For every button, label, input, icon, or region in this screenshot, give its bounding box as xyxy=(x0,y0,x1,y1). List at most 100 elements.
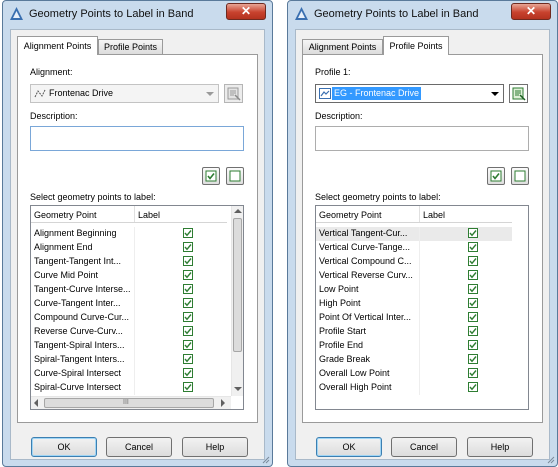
scroll-up-arrow-icon[interactable] xyxy=(234,209,242,213)
tab-alignment-points[interactable]: Alignment Points xyxy=(17,36,98,55)
window-title: Geometry Points to Label in Band xyxy=(314,8,479,20)
uncheck-all-button[interactable] xyxy=(226,167,244,185)
column-header-geometry-point[interactable]: Geometry Point xyxy=(34,210,97,220)
label-checkbox[interactable] xyxy=(468,298,478,308)
table-row[interactable]: Profile Start xyxy=(316,325,512,339)
table-row[interactable]: Vertical Tangent-Cur... xyxy=(316,227,512,241)
label-checkbox[interactable] xyxy=(468,326,478,336)
label-checkbox[interactable] xyxy=(183,340,193,350)
cell-divider xyxy=(134,353,135,367)
profile-dropdown[interactable]: EG - Frontenac Drive xyxy=(315,84,504,103)
title-bar[interactable]: Geometry Points to Label in Band ✕ xyxy=(288,1,557,27)
table-row[interactable]: Curve-Tangent Inter... xyxy=(31,297,227,311)
tab-profile-points[interactable]: Profile Points xyxy=(98,39,163,54)
check-all-button[interactable] xyxy=(202,167,220,185)
label-checkbox[interactable] xyxy=(468,256,478,266)
column-divider[interactable] xyxy=(134,206,135,222)
cell-divider xyxy=(134,241,135,255)
help-button[interactable]: Help xyxy=(467,437,533,457)
description-field[interactable] xyxy=(315,126,529,151)
tab-alignment-points[interactable]: Alignment Points xyxy=(302,39,383,54)
label-checkbox[interactable] xyxy=(468,382,478,392)
table-row[interactable]: Overall Low Point xyxy=(316,367,512,381)
label-checkbox[interactable] xyxy=(468,368,478,378)
label-checkbox[interactable] xyxy=(183,298,193,308)
label-checkbox[interactable] xyxy=(468,270,478,280)
label-checkbox[interactable] xyxy=(468,284,478,294)
table-row[interactable]: Grade Break xyxy=(316,353,512,367)
alignment-dropdown[interactable]: Frontenac Drive xyxy=(30,84,219,103)
label-checkbox[interactable] xyxy=(183,354,193,364)
table-row[interactable]: Curve-Spiral Intersect xyxy=(31,367,227,381)
resize-grip-icon[interactable] xyxy=(261,455,270,464)
label-checkbox[interactable] xyxy=(468,312,478,322)
table-row[interactable]: Profile End xyxy=(316,339,512,353)
scroll-down-arrow-icon[interactable] xyxy=(234,387,242,391)
horizontal-scrollbar[interactable]: III xyxy=(31,396,231,409)
geometry-point-name: Profile Start xyxy=(319,326,367,336)
label-checkbox[interactable] xyxy=(183,284,193,294)
label-checkbox[interactable] xyxy=(183,242,193,252)
table-row[interactable]: Vertical Curve-Tange... xyxy=(316,241,512,255)
label-checkbox[interactable] xyxy=(183,326,193,336)
cell-divider xyxy=(134,297,135,311)
label-checkbox[interactable] xyxy=(183,312,193,322)
label-checkbox[interactable] xyxy=(183,368,193,378)
checkmark-icon xyxy=(469,258,477,265)
table-row[interactable]: Tangent-Curve Interse... xyxy=(31,283,227,297)
description-field[interactable] xyxy=(30,126,244,151)
pick-profile-button[interactable] xyxy=(509,84,528,103)
resize-grip-icon[interactable] xyxy=(546,455,555,464)
vertical-scroll-thumb[interactable] xyxy=(233,218,242,352)
vertical-scrollbar[interactable] xyxy=(231,206,243,396)
window-title: Geometry Points to Label in Band xyxy=(29,8,194,20)
label-checkbox[interactable] xyxy=(183,228,193,238)
horizontal-scroll-thumb[interactable]: III xyxy=(44,398,214,408)
table-row[interactable]: Curve Mid Point xyxy=(31,269,227,283)
table-row[interactable]: Alignment End xyxy=(31,241,227,255)
tab-profile-points[interactable]: Profile Points xyxy=(383,36,449,55)
column-header-label[interactable]: Label xyxy=(423,210,445,220)
scroll-left-arrow-icon[interactable] xyxy=(34,399,38,407)
table-row[interactable]: Spiral-Curve Intersect xyxy=(31,381,227,395)
table-row[interactable]: Overall High Point xyxy=(316,381,512,395)
table-row[interactable]: Point Of Vertical Inter... xyxy=(316,311,512,325)
ok-button[interactable]: OK xyxy=(31,437,97,457)
table-row[interactable]: Vertical Compound C... xyxy=(316,255,512,269)
table-row[interactable]: High Point xyxy=(316,297,512,311)
close-button[interactable]: ✕ xyxy=(226,3,266,20)
checkmark-icon xyxy=(469,384,477,391)
column-header-geometry-point[interactable]: Geometry Point xyxy=(319,210,382,220)
table-row[interactable]: Reverse Curve-Curv... xyxy=(31,325,227,339)
list-header: Geometry Point Label xyxy=(316,206,512,223)
label-checkbox[interactable] xyxy=(183,270,193,280)
table-row[interactable]: Spiral-Tangent Inters... xyxy=(31,353,227,367)
label-checkbox[interactable] xyxy=(468,340,478,350)
cell-divider xyxy=(419,255,420,269)
cancel-button[interactable]: Cancel xyxy=(106,437,172,457)
ok-button[interactable]: OK xyxy=(316,437,382,457)
help-button[interactable]: Help xyxy=(182,437,248,457)
column-divider[interactable] xyxy=(419,206,420,222)
label-checkbox[interactable] xyxy=(468,228,478,238)
label-checkbox[interactable] xyxy=(183,256,193,266)
table-row[interactable]: Tangent-Spiral Inters... xyxy=(31,339,227,353)
label-checkbox[interactable] xyxy=(183,382,193,392)
table-row[interactable]: Vertical Reverse Curv... xyxy=(316,269,512,283)
uncheck-all-button[interactable] xyxy=(511,167,529,185)
check-all-button[interactable] xyxy=(487,167,505,185)
geometry-point-name: Overall High Point xyxy=(319,382,392,392)
table-row[interactable]: Compound Curve-Cur... xyxy=(31,311,227,325)
table-row[interactable]: Alignment Beginning xyxy=(31,227,227,241)
table-row[interactable]: Low Point xyxy=(316,283,512,297)
scroll-right-arrow-icon[interactable] xyxy=(221,399,225,407)
table-row[interactable]: Tangent-Tangent Int... xyxy=(31,255,227,269)
pick-alignment-button[interactable] xyxy=(224,84,243,103)
column-header-label[interactable]: Label xyxy=(138,210,160,220)
close-button[interactable]: ✕ xyxy=(511,3,551,20)
label-checkbox[interactable] xyxy=(468,354,478,364)
label-checkbox[interactable] xyxy=(468,242,478,252)
geometry-points-list: Geometry Point Label Vertical Tangent-Cu… xyxy=(315,205,529,410)
cancel-button[interactable]: Cancel xyxy=(391,437,457,457)
title-bar[interactable]: Geometry Points to Label in Band ✕ xyxy=(3,1,272,27)
